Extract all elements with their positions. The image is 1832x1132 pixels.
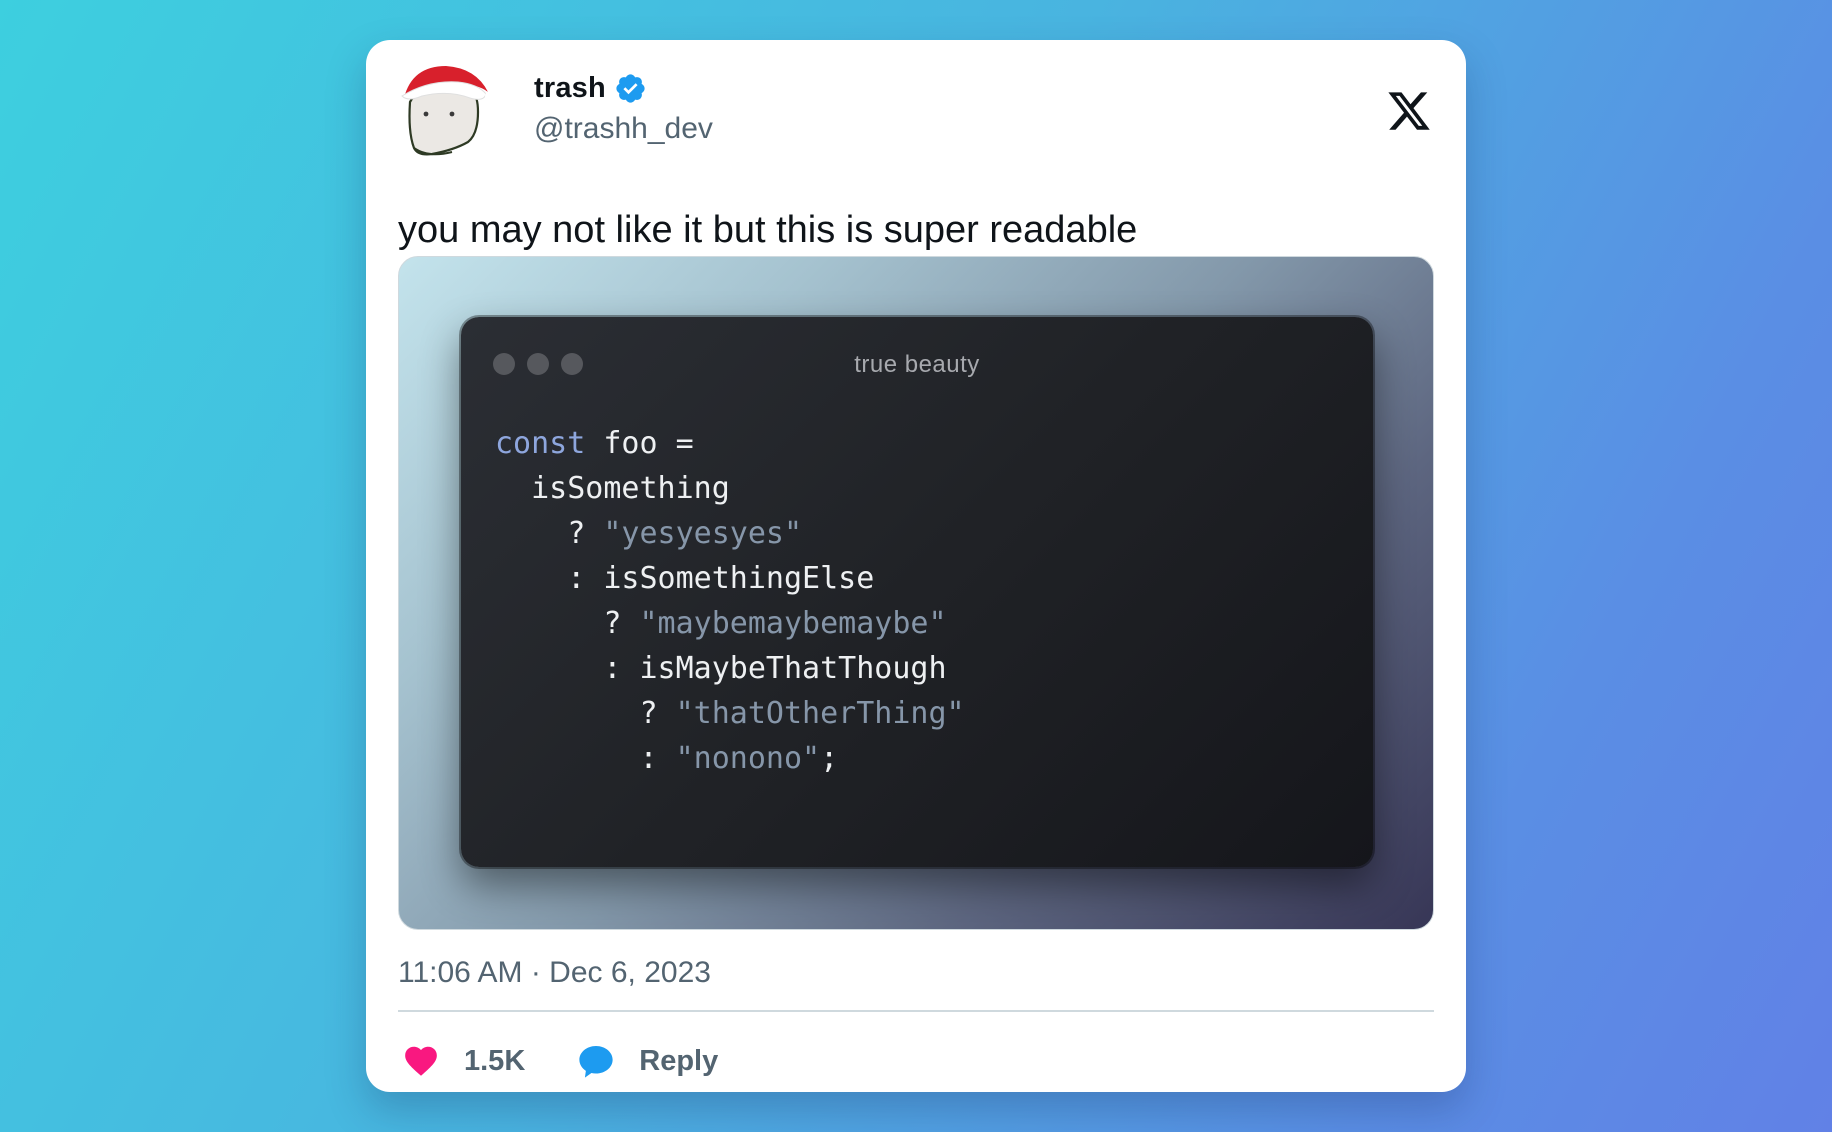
author-handle[interactable]: @trashh_dev: [534, 112, 713, 146]
code-line: : isSomethingElse: [495, 561, 875, 596]
tweet-text: you may not like it but this is super re…: [398, 209, 1138, 251]
code-line: : "nonono";: [495, 741, 839, 776]
name-row: trash: [534, 68, 713, 108]
code-line: isSomething: [531, 471, 730, 506]
reply-label: Reply: [639, 1044, 719, 1077]
code-line: : isMaybeThatThough: [495, 651, 947, 686]
avatar[interactable]: [398, 62, 495, 158]
code-line: ? "maybemaybemaybe": [495, 606, 947, 641]
like-button[interactable]: 1.5K: [402, 1042, 525, 1080]
code-line: ? "thatOtherThing": [495, 696, 965, 731]
code-line: const foo =: [495, 426, 694, 461]
reply-button[interactable]: Reply: [577, 1042, 718, 1080]
tweet-media-image[interactable]: true beauty const foo = isSomething ? "y…: [398, 256, 1434, 930]
tweet-header: trash @trashh_dev: [398, 62, 1434, 162]
code-line: ? "yesyesyes": [495, 516, 803, 551]
code-block: const foo = isSomething ? "yesyesyes" : …: [495, 421, 965, 781]
heart-icon: [405, 1046, 437, 1076]
speech-bubble-icon: [579, 1045, 613, 1078]
avatar-image: [401, 66, 495, 156]
author-display-name[interactable]: trash: [534, 72, 606, 105]
code-window: true beauty const foo = isSomething ? "y…: [461, 317, 1373, 867]
verified-badge-icon: [614, 72, 647, 105]
like-count: 1.5K: [464, 1044, 526, 1077]
tweet-timestamp[interactable]: 11:06 AM · Dec 6, 2023: [398, 956, 711, 990]
author-info: trash @trashh_dev: [534, 68, 713, 146]
code-window-title: true beauty: [854, 351, 980, 378]
tweet-actions: 1.5K Reply: [402, 1034, 718, 1088]
x-logo-icon[interactable]: [1386, 88, 1432, 134]
divider: [398, 1010, 1434, 1012]
tweet-card: trash @trashh_dev you may not like it bu…: [366, 40, 1466, 1092]
